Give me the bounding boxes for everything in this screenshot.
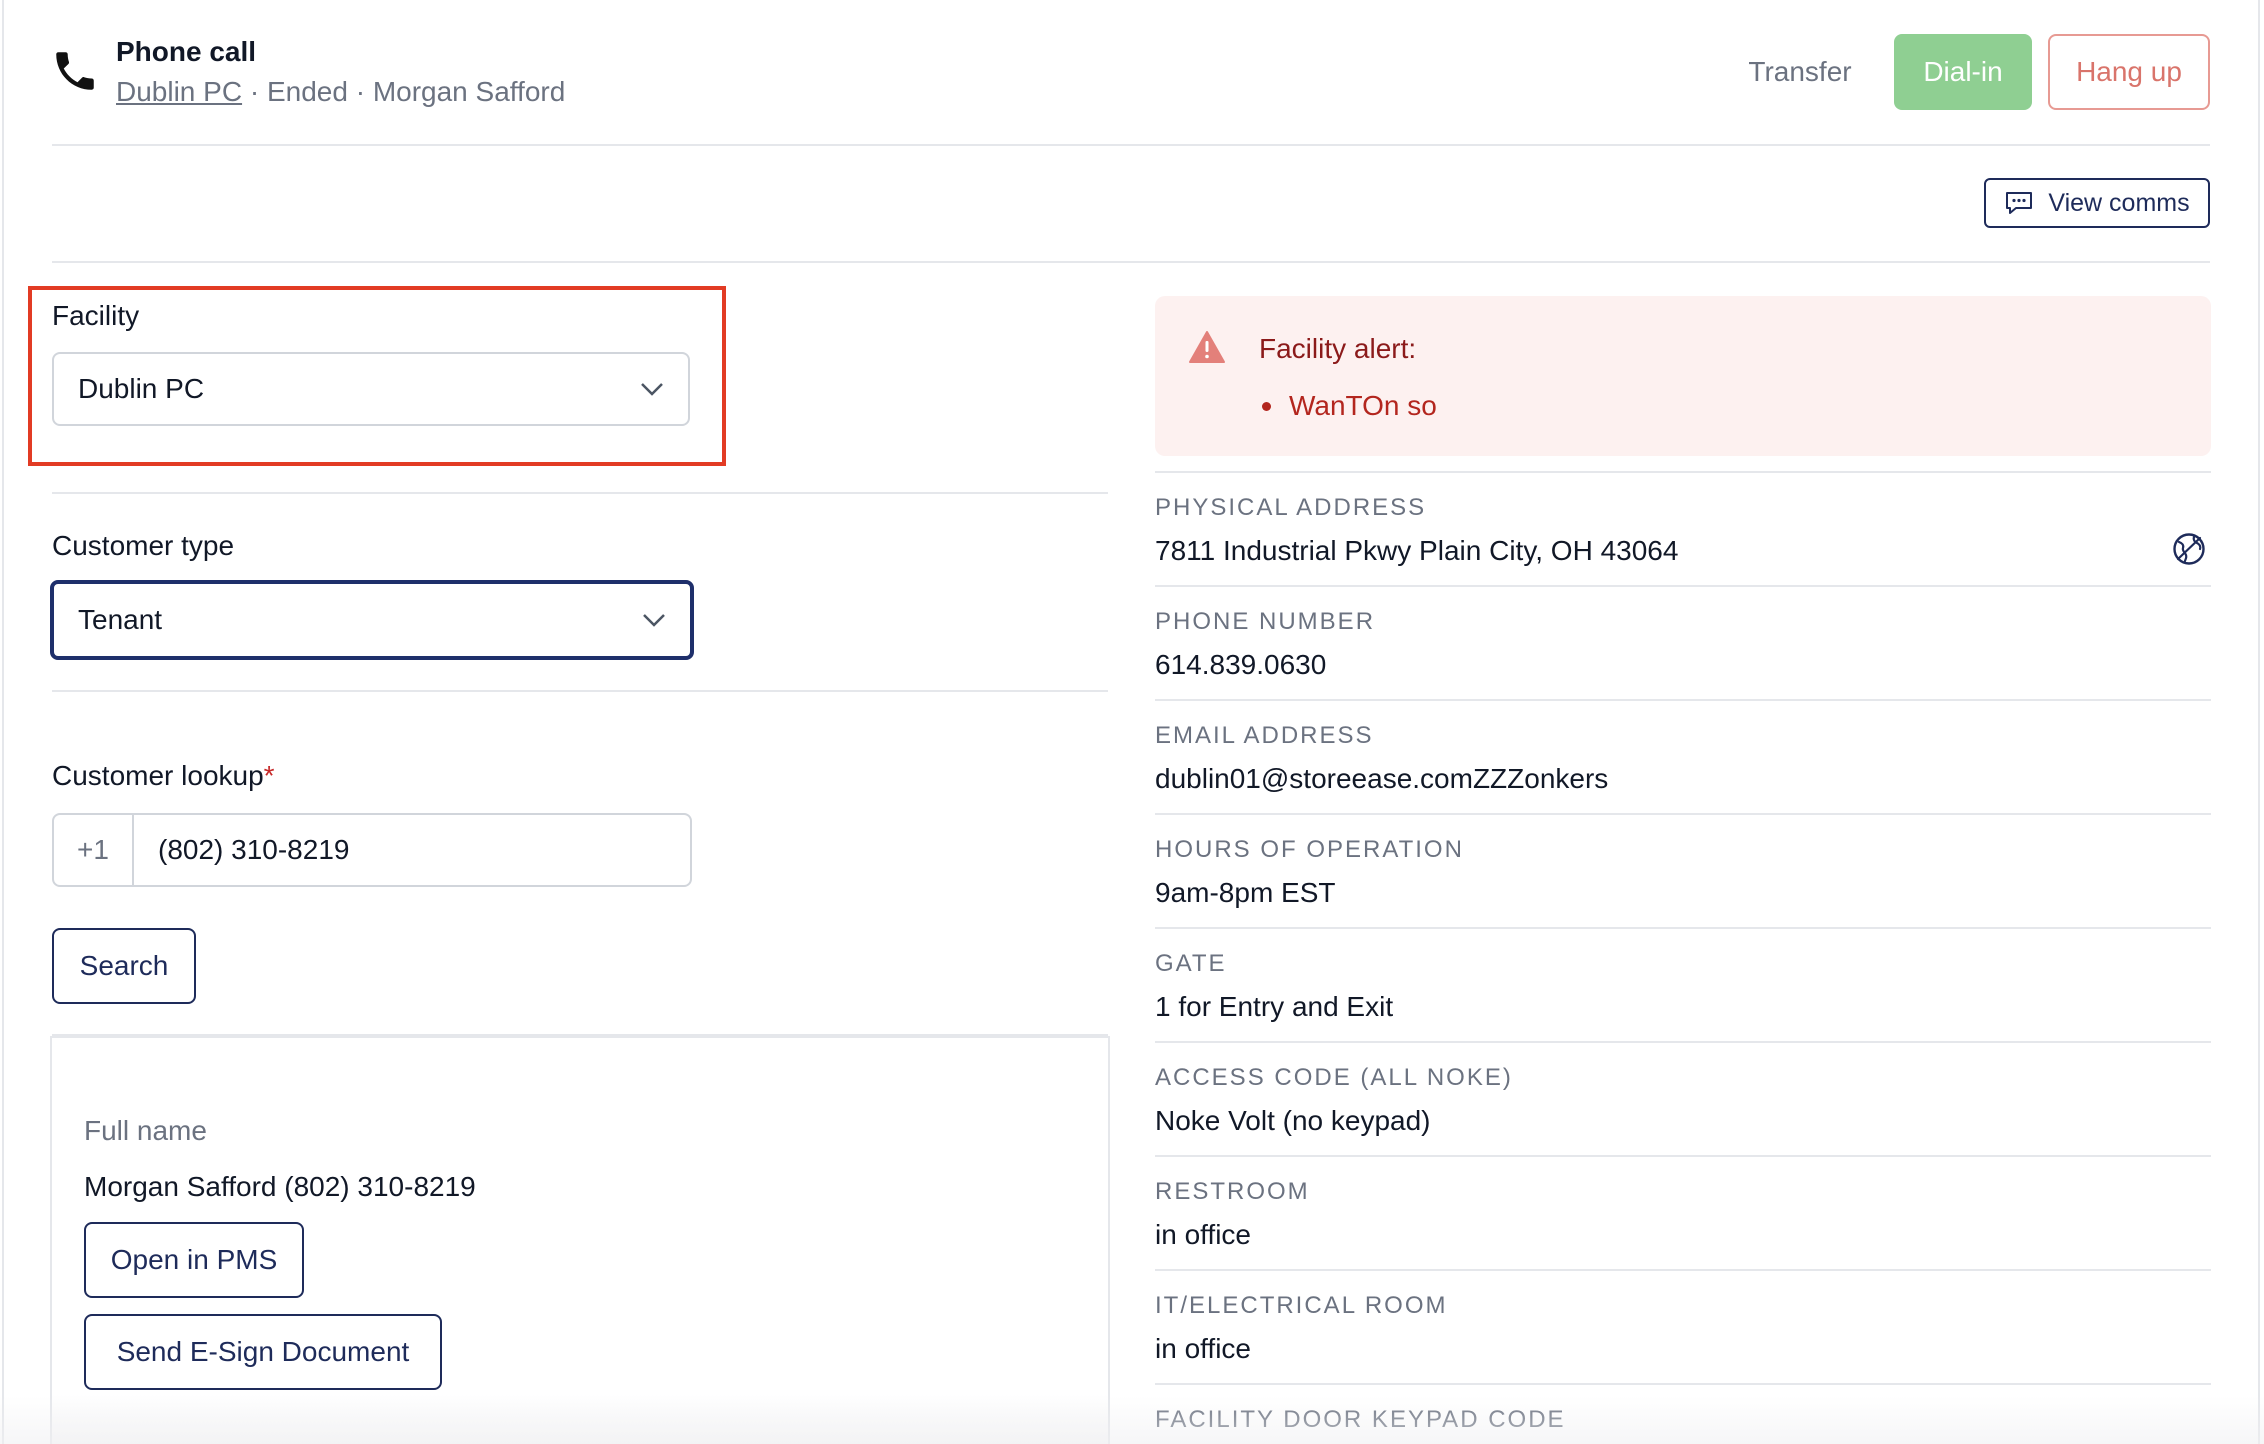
full-name-value: Morgan Safford (802) 310-8219 <box>84 1171 476 1202</box>
chevron-down-icon <box>643 614 665 627</box>
facility-door-keypad-label: FACILITY DOOR KEYPAD CODE <box>1155 1406 1566 1433</box>
facility-link[interactable]: Dublin PC <box>116 76 242 107</box>
warning-icon <box>1189 331 1225 363</box>
transfer-button[interactable]: Transfer <box>1720 34 1880 110</box>
call-title: Phone call <box>116 36 257 67</box>
it-electrical-room-label: IT/ELECTRICAL ROOM <box>1155 1292 1448 1319</box>
divider <box>1155 1269 2211 1271</box>
divider <box>1155 927 2211 929</box>
facility-alert-text: WanTOn so <box>1289 390 1437 421</box>
divider <box>1155 585 2211 587</box>
divider <box>1155 1383 2211 1385</box>
view-comms-label: View comms <box>2048 188 2190 217</box>
facility-alert-title: Facility alert: <box>1259 333 1417 364</box>
dial-in-button[interactable]: Dial-in <box>1894 34 2032 110</box>
phone-input[interactable] <box>134 815 690 885</box>
required-marker: * <box>263 760 275 791</box>
separator: · <box>242 76 267 107</box>
chat-bubble-icon <box>2006 192 2033 214</box>
facility-alert-item: WanTOn so <box>1259 390 1437 422</box>
customer-lookup-label-text: Customer lookup <box>52 760 264 791</box>
restroom-value: in office <box>1155 1219 1251 1250</box>
phone-number-label: PHONE NUMBER <box>1155 608 1376 635</box>
divider <box>1155 471 2211 473</box>
hang-up-button[interactable]: Hang up <box>2048 34 2210 110</box>
customer-lookup-label: Customer lookup* <box>52 760 275 792</box>
physical-address-value: 7811 Industrial Pkwy Plain City, OH 4306… <box>1155 535 1679 566</box>
divider <box>52 492 1108 494</box>
restroom-label: RESTROOM <box>1155 1178 1310 1205</box>
hours-label: HOURS OF OPERATION <box>1155 836 1464 863</box>
gate-value: 1 for Entry and Exit <box>1155 991 1394 1022</box>
divider <box>1155 1041 2211 1043</box>
search-button[interactable]: Search <box>52 928 196 1004</box>
facility-label: Facility <box>52 300 140 331</box>
facility-select-value: Dublin PC <box>78 373 205 404</box>
bullet <box>1262 401 1271 411</box>
email-address-value: dublin01@storeease.comZZZonkers <box>1155 763 1609 794</box>
phone-icon <box>56 52 94 90</box>
country-code[interactable]: +1 <box>54 815 134 885</box>
hours-value: 9am-8pm EST <box>1155 877 1336 908</box>
separator: · <box>347 76 373 107</box>
caller-name: Morgan Safford <box>372 76 566 107</box>
view-comms-button[interactable]: View comms <box>1984 178 2210 228</box>
physical-address-label: PHYSICAL ADDRESS <box>1155 494 1427 521</box>
customer-type-select[interactable]: Tenant <box>50 580 694 660</box>
call-subtitle: Dublin PC · Ended · Morgan Safford <box>116 76 565 108</box>
facility-select[interactable]: Dublin PC <box>52 352 690 426</box>
chevron-down-icon <box>641 383 663 396</box>
divider <box>1155 699 2211 701</box>
call-status: Ended <box>266 76 348 107</box>
facility-alert <box>1155 296 2211 456</box>
phone-number-value: 614.839.0630 <box>1155 649 1327 680</box>
it-electrical-room-value: in office <box>1155 1333 1251 1364</box>
divider <box>1155 813 2211 815</box>
globe-icon[interactable] <box>2172 532 2206 566</box>
email-address-label: EMAIL ADDRESS <box>1155 722 1374 749</box>
divider <box>1155 1155 2211 1157</box>
divider <box>52 690 1108 692</box>
customer-type-select-value: Tenant <box>78 604 163 635</box>
access-code-value: Noke Volt (no keypad) <box>1155 1105 1431 1136</box>
divider <box>52 261 2210 263</box>
send-esign-button[interactable]: Send E-Sign Document <box>84 1314 442 1390</box>
gate-label: GATE <box>1155 950 1227 977</box>
customer-type-label: Customer type <box>52 530 235 561</box>
phone-input-group: +1 <box>52 813 692 887</box>
open-in-pms-button[interactable]: Open in PMS <box>84 1222 304 1298</box>
access-code-label: ACCESS CODE (ALL NOKE) <box>1155 1064 1513 1091</box>
divider <box>52 144 2210 146</box>
full-name-label: Full name <box>84 1115 207 1146</box>
